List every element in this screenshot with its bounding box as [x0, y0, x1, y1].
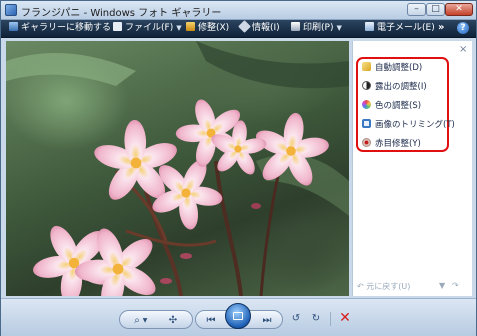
window-title: フランジパニ - Windows フォト ギャラリー [21, 8, 222, 19]
adjust-exposure-label: 露出の調整(I) [375, 82, 427, 92]
go-to-gallery-label: ギャラリーに移動する [21, 23, 112, 33]
next-button[interactable]: ⏭ [258, 311, 276, 330]
file-menu-button[interactable]: ファイル(F) ▼ [113, 22, 182, 35]
fix-red-eye-button[interactable]: 赤目修整(Y) [362, 137, 421, 151]
go-to-gallery-button[interactable]: ギャラリーに移動する [9, 22, 111, 35]
chevron-down-icon: ▼ [336, 24, 342, 32]
color-icon [362, 100, 371, 109]
slideshow-icon [233, 312, 243, 320]
adjust-color-button[interactable]: 色の調整(S) [362, 99, 421, 113]
photo-gallery-app-icon [5, 4, 17, 16]
file-icon [113, 22, 122, 31]
main-toolbar: ギャラリーに移動する ファイル(F) ▼ 修整(X) 情報(I) 印刷(P) ▼ 電… [1, 20, 476, 38]
toolbar-separator [330, 312, 331, 326]
photo-gallery-window: フランジパニ - Windows フォト ギャラリー – □ ✕ ギャラリーに移… [0, 0, 477, 336]
rotate-counterclockwise-button[interactable]: ↺ [287, 309, 305, 328]
title-bar[interactable]: フランジパニ - Windows フォト ギャラリー – □ ✕ [1, 1, 476, 20]
adjust-exposure-button[interactable]: 露出の調整(I) [362, 80, 427, 94]
chevron-down-icon[interactable]: ▼ [140, 311, 150, 330]
crop-picture-button[interactable]: 画像のトリミング(T) [362, 118, 455, 132]
fix-icon [186, 22, 195, 31]
email-icon [365, 22, 374, 31]
crop-icon [362, 119, 371, 128]
close-button[interactable]: ✕ [445, 3, 473, 16]
info-label: 情報(I) [252, 23, 280, 33]
print-icon [291, 22, 300, 31]
gallery-icon [9, 22, 18, 31]
fix-button[interactable]: 修整(X) [186, 22, 229, 35]
undo-redo-bar: ↶ 元に戻す(U) ▼ ↷ [357, 281, 469, 295]
exposure-icon [362, 81, 371, 90]
fix-label: 修整(X) [198, 23, 230, 33]
actual-size-icon[interactable]: ✣ [164, 311, 182, 330]
zoom-controls: ⌕ ▼ ✣ [119, 310, 193, 329]
minimize-button[interactable]: – [407, 3, 426, 16]
email-button[interactable]: 電子メール(E) [365, 22, 435, 35]
file-menu-label: ファイル(F) [125, 23, 174, 33]
rotate-clockwise-button[interactable]: ↻ [307, 309, 325, 328]
slideshow-button[interactable] [225, 303, 251, 329]
help-icon[interactable]: ? [457, 22, 469, 34]
undo-label: 元に戻す(U) [366, 282, 411, 291]
redo-button[interactable]: ↷ [452, 281, 459, 290]
crop-picture-label: 画像のトリミング(T) [375, 120, 455, 130]
previous-button[interactable]: ⏮ [202, 311, 220, 330]
photo-viewer[interactable] [6, 41, 349, 296]
maximize-button[interactable]: □ [426, 3, 445, 16]
chevron-down-icon: ▼ [176, 24, 182, 32]
auto-adjust-icon [362, 62, 371, 71]
auto-adjust-button[interactable]: 自動調整(D) [362, 61, 422, 75]
frangipani-photo [6, 41, 349, 296]
navigation-bar: ⌕ ▼ ✣ ⏮ ⏭ ↺ ↻ ✕ [1, 298, 476, 336]
more-commands-icon[interactable]: » [438, 22, 444, 33]
auto-adjust-label: 自動調整(D) [375, 63, 423, 73]
undo-button[interactable]: ↶ 元に戻す(U) [357, 281, 410, 292]
red-eye-icon [362, 138, 371, 147]
panel-close-icon[interactable]: × [459, 44, 467, 55]
info-button[interactable]: 情報(I) [238, 20, 280, 35]
email-label: 電子メール(E) [377, 23, 435, 33]
info-tag-icon [238, 20, 251, 33]
adjust-color-label: 色の調整(S) [375, 101, 422, 111]
print-menu-button[interactable]: 印刷(P) ▼ [291, 22, 342, 35]
fix-panel: × 自動調整(D) 露出の調整(I) 色の調整(S) 画像のトリミング(T) 赤… [352, 41, 472, 296]
print-menu-label: 印刷(P) [303, 23, 334, 33]
delete-button[interactable]: ✕ [337, 309, 353, 327]
chevron-down-icon[interactable]: ▼ [439, 281, 445, 290]
fix-red-eye-label: 赤目修整(Y) [375, 139, 421, 149]
